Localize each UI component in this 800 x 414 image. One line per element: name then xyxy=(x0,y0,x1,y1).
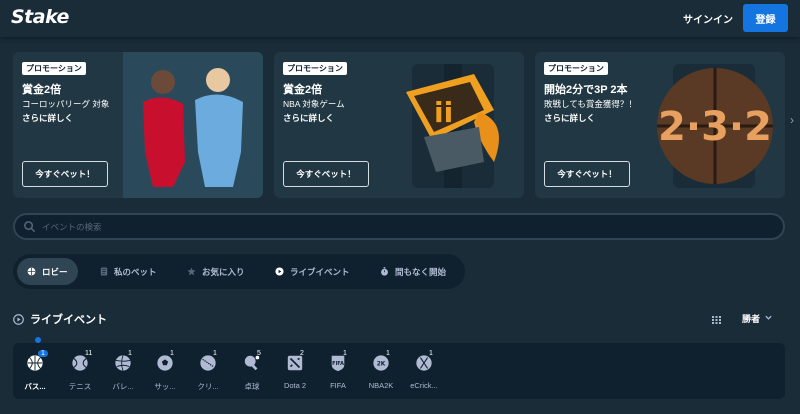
carousel-next-icon[interactable]: › xyxy=(790,113,794,127)
promo-more-link[interactable]: さらに詳しく xyxy=(22,112,73,124)
score-text: 2·3·2 xyxy=(658,104,772,150)
search-icon xyxy=(24,221,36,233)
sport-label: サッ... xyxy=(154,382,176,391)
play-icon xyxy=(13,313,24,325)
chevron-down-icon[interactable] xyxy=(764,313,773,322)
play-icon xyxy=(275,267,284,276)
register-button[interactable]: 登録 xyxy=(743,4,788,32)
event-count: 5 xyxy=(257,350,261,357)
event-count: 1 xyxy=(128,350,132,357)
sport-label: バス... xyxy=(24,382,46,391)
promo-tag: プロモーション xyxy=(22,62,86,75)
sport-label: テニス xyxy=(68,382,92,391)
star-icon xyxy=(187,267,196,276)
sport-label: バレ... xyxy=(112,382,134,391)
tab-favourites[interactable]: お気に入り xyxy=(177,258,255,285)
promo-more-link[interactable]: さらに詳しく xyxy=(283,112,334,124)
sport-label: eCrick... xyxy=(410,381,438,390)
nav-tabs: ロビー 私のベット お気に入り ライブイベント 間もなく開始 xyxy=(13,254,465,289)
event-count: 1 xyxy=(429,350,433,357)
promo-subtitle: 敗戦しても賞金獲得？！ xyxy=(544,99,637,109)
event-count: 1 xyxy=(343,350,347,357)
football-players-image xyxy=(123,52,263,198)
promo-title: 賞金2倍 xyxy=(22,84,62,96)
sport-nba2k[interactable]: 2K 1 NBA2K xyxy=(360,350,402,390)
sport-table-tennis[interactable]: 5 卓球 xyxy=(231,350,273,392)
bet-now-button[interactable]: 今すぐベット！ xyxy=(283,161,369,187)
sport-dota2[interactable]: 2 Dota 2 xyxy=(274,350,316,390)
sport-fifa[interactable]: FIFA 1 FIFA xyxy=(317,350,359,390)
svg-text:ii: ii xyxy=(434,96,453,129)
event-count: 1 xyxy=(386,350,390,357)
grid-view-icon[interactable] xyxy=(712,316,721,324)
live-events-heading: ライブイベント xyxy=(13,311,107,327)
sport-ecricket[interactable]: 1 eCrick... xyxy=(403,350,445,390)
sports-ball-icon xyxy=(27,267,36,276)
sport-volleyball[interactable]: 1 バレ... xyxy=(102,350,144,392)
promo-card-3[interactable]: 2·3·2 プロモーション 開始2分で3P 2本 敗戦しても賞金獲得？！ さらに… xyxy=(535,52,785,198)
tab-label: 間もなく開始 xyxy=(395,266,447,277)
event-count: 1 xyxy=(38,350,48,357)
promo-tag: プロモーション xyxy=(283,62,347,75)
sport-label: FIFA xyxy=(330,381,346,390)
svg-text:FIFA: FIFA xyxy=(332,361,344,367)
active-indicator xyxy=(35,337,41,343)
promo-subtitle: NBA 対象ゲーム xyxy=(283,99,345,109)
top-header: Stake サインイン 登録 xyxy=(0,0,800,37)
tab-lobby[interactable]: ロビー xyxy=(17,258,78,285)
event-count: 2 xyxy=(300,350,304,357)
basketball-score-image: 2·3·2 xyxy=(657,64,773,188)
stake-logo[interactable]: Stake xyxy=(11,6,69,28)
bet-now-button[interactable]: 今すぐベット！ xyxy=(544,161,630,187)
tab-label: 私のベット xyxy=(114,266,157,277)
sport-soccer[interactable]: 1 サッ... xyxy=(144,350,186,392)
search-bar[interactable] xyxy=(13,213,785,240)
tab-my-bets[interactable]: 私のベット xyxy=(90,258,167,285)
ring-image: ii xyxy=(406,64,499,188)
tab-label: ライブイベント xyxy=(290,266,350,277)
sport-basketball[interactable]: 1 バス... xyxy=(14,350,56,392)
sport-label: Dota 2 xyxy=(283,381,307,390)
sport-label: クリ... xyxy=(197,382,219,391)
stopwatch-icon xyxy=(381,267,388,276)
live-events-title: ライブイベント xyxy=(30,314,107,326)
promo-subtitle: コーロッパリーグ 対象 xyxy=(22,99,110,109)
search-input[interactable] xyxy=(42,218,742,235)
sport-label: NBA2K xyxy=(368,381,394,390)
tab-starting-soon[interactable]: 間もなく開始 xyxy=(370,258,456,285)
promo-card-1[interactable]: プロモーション 賞金2倍 コーロッパリーグ 対象 さらに詳しく 今すぐベット！ xyxy=(13,52,263,198)
promo-title: 賞金2倍 xyxy=(283,84,323,96)
promo-more-link[interactable]: さらに詳しく xyxy=(544,112,595,124)
sport-tennis[interactable]: 11 テニス xyxy=(59,350,101,392)
promo-title: 開始2分で3P 2本 xyxy=(544,84,628,96)
tab-label: ロビー xyxy=(42,266,68,277)
promo-tag: プロモーション xyxy=(544,62,608,75)
event-count: 11 xyxy=(85,350,93,357)
bet-now-button[interactable]: 今すぐベット！ xyxy=(22,161,108,187)
promo-card-2[interactable]: ii プロモーション 賞金2倍 NBA 対象ゲーム さらに詳しく 今すぐベット！ xyxy=(274,52,524,198)
signin-link[interactable]: サインイン xyxy=(683,11,733,26)
bet-slip-icon xyxy=(100,267,108,276)
svg-text:2K: 2K xyxy=(377,361,386,367)
tab-live-events[interactable]: ライブイベント xyxy=(265,258,360,285)
sport-cricket[interactable]: 1 クリ... xyxy=(187,350,229,392)
event-count: 1 xyxy=(170,350,174,357)
sport-label: 卓球 xyxy=(244,382,260,391)
tab-label: お気に入り xyxy=(202,266,245,277)
market-select[interactable]: 勝者 xyxy=(742,312,760,325)
event-count: 1 xyxy=(213,350,217,357)
